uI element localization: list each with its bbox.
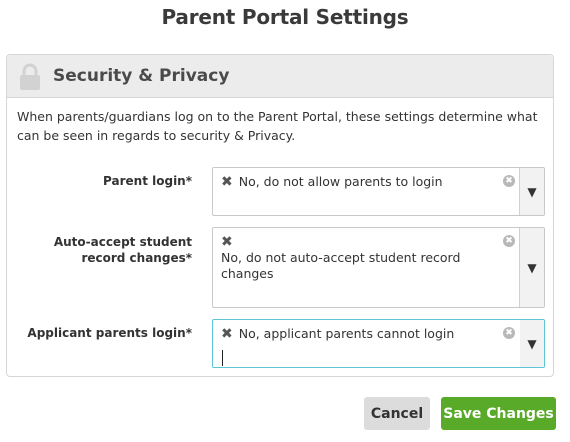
dropdown-arrow-icon[interactable]: ▼	[520, 320, 544, 367]
panel-header: Security & Privacy	[7, 55, 553, 98]
page-title: Parent Portal Settings	[161, 5, 409, 29]
parent-login-label: Parent login*	[103, 174, 192, 188]
remove-option-icon[interactable]: ✖	[221, 174, 233, 190]
selected-option: ✖ No, do not auto-accept student record …	[221, 234, 493, 282]
auto-accept-select[interactable]: ✖ No, do not auto-accept student record …	[212, 227, 545, 308]
remove-option-icon[interactable]: ✖	[221, 234, 491, 250]
lock-icon	[20, 63, 40, 90]
clear-icon[interactable]: ✖	[503, 235, 515, 247]
cancel-button[interactable]: Cancel	[364, 397, 430, 430]
remove-option-icon[interactable]: ✖	[221, 326, 233, 342]
clear-icon[interactable]: ✖	[503, 327, 515, 339]
applicant-parents-login-select[interactable]: ✖ No, applicant parents cannot login ✖ ▼	[212, 319, 545, 368]
option-label: No, do not allow parents to login	[238, 174, 443, 189]
clear-icon[interactable]: ✖	[503, 175, 515, 187]
option-label: No, applicant parents cannot login	[238, 326, 455, 341]
auto-accept-field[interactable]: ✖ No, do not auto-accept student record …	[213, 228, 521, 307]
text-cursor	[222, 350, 223, 366]
panel-description: When parents/guardians log on to the Par…	[17, 109, 538, 143]
panel-title: Security & Privacy	[53, 66, 230, 86]
selected-option: ✖ No, do not allow parents to login	[221, 174, 493, 190]
parent-login-select[interactable]: ✖ No, do not allow parents to login ✖ ▼	[212, 167, 545, 216]
dropdown-arrow-icon[interactable]: ▼	[519, 168, 544, 215]
parent-login-field[interactable]: ✖ No, do not allow parents to login ✖	[213, 168, 521, 215]
security-privacy-panel: Security & Privacy When parents/guardian…	[6, 54, 554, 377]
save-changes-button[interactable]: Save Changes	[441, 397, 556, 430]
auto-accept-label: Auto-accept student record changes*	[53, 235, 192, 265]
option-label: No, do not auto-accept student record ch…	[221, 250, 461, 281]
selected-option: ✖ No, applicant parents cannot login	[221, 326, 493, 342]
dropdown-arrow-icon[interactable]: ▼	[519, 228, 544, 307]
applicant-parents-login-label: Applicant parents login*	[27, 326, 192, 340]
applicant-parents-login-field[interactable]: ✖ No, applicant parents cannot login ✖	[213, 320, 522, 367]
